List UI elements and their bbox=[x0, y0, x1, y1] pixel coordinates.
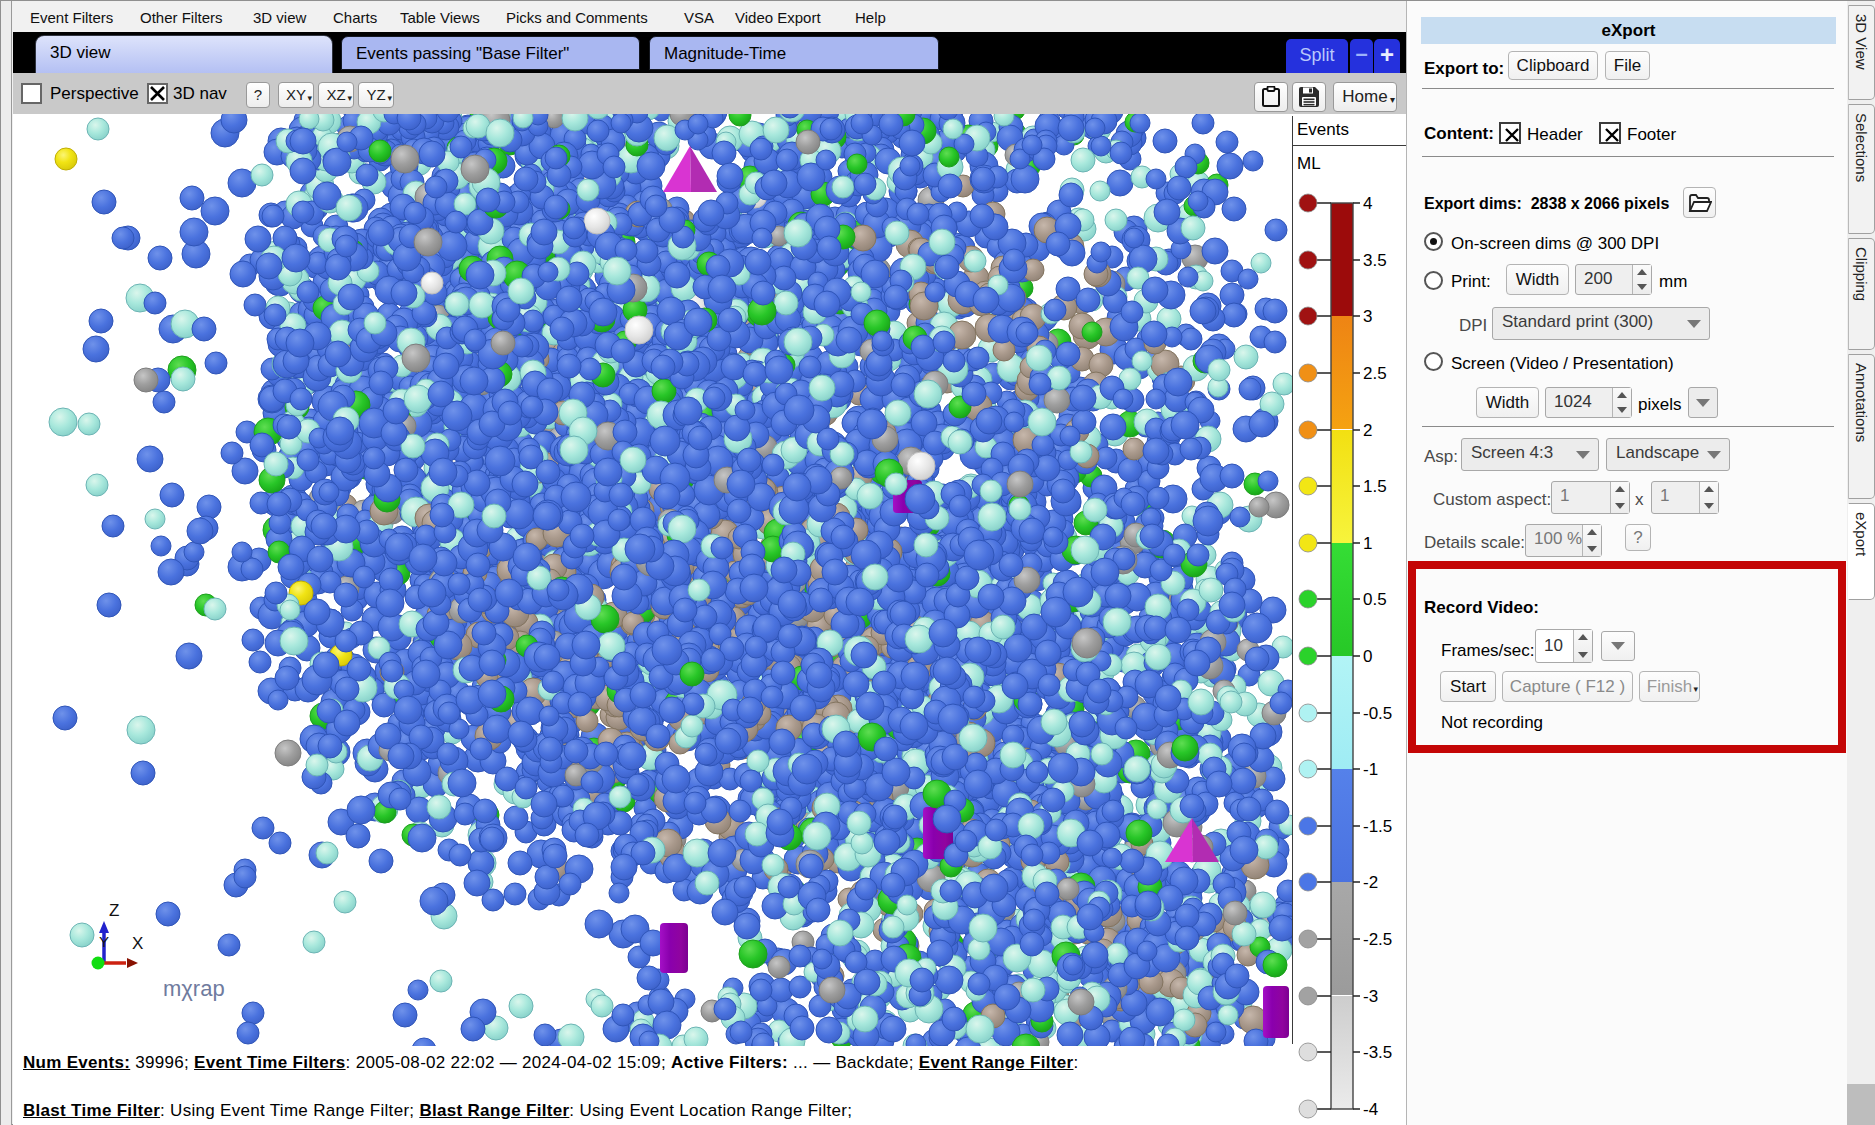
svg-text:X: X bbox=[132, 934, 143, 953]
svg-text:-1: -1 bbox=[1363, 760, 1378, 779]
svg-text:1.5: 1.5 bbox=[1363, 477, 1387, 496]
svg-text:0: 0 bbox=[1363, 647, 1372, 666]
svg-text:-0.5: -0.5 bbox=[1363, 704, 1392, 723]
svg-text:-3.5: -3.5 bbox=[1363, 1043, 1392, 1062]
svg-text:2: 2 bbox=[1363, 421, 1372, 440]
svg-text:-2.5: -2.5 bbox=[1363, 930, 1392, 949]
svg-text:2.5: 2.5 bbox=[1363, 364, 1387, 383]
svg-text:3: 3 bbox=[1363, 307, 1372, 326]
svg-text:Z: Z bbox=[109, 901, 119, 920]
svg-text:4: 4 bbox=[1363, 194, 1372, 213]
svg-text:3.5: 3.5 bbox=[1363, 251, 1387, 270]
svg-text:Y: Y bbox=[99, 933, 109, 950]
svg-text:-4: -4 bbox=[1363, 1100, 1378, 1119]
svg-text:1: 1 bbox=[1363, 534, 1372, 553]
svg-text:-1.5: -1.5 bbox=[1363, 817, 1392, 836]
svg-text:-2: -2 bbox=[1363, 873, 1378, 892]
svg-text:-3: -3 bbox=[1363, 987, 1378, 1006]
svg-text:0.5: 0.5 bbox=[1363, 590, 1387, 609]
